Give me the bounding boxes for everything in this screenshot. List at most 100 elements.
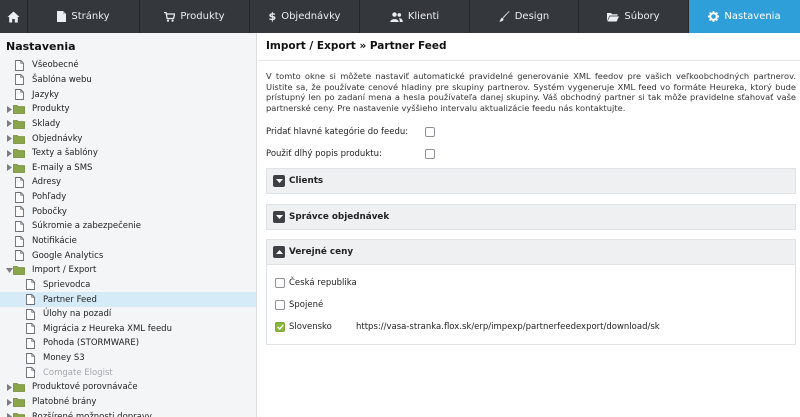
country-checkbox-cz[interactable] — [275, 278, 285, 288]
sidebar-item-partner-feed[interactable]: Partner Feed — [0, 292, 256, 307]
sidebar-item-label: Rozšírené možnosti dopravy — [32, 411, 152, 417]
sidebar-item-label: Objednávky — [32, 133, 83, 144]
sidebar-item-label: Pohľady — [32, 192, 67, 203]
top-navigation: Stránky Produkty $ Objednávky Klienti De… — [0, 0, 800, 33]
sidebar-item-money-s3[interactable]: Money S3 — [0, 351, 256, 366]
page-icon — [24, 279, 36, 291]
expand-right-icon[interactable] — [5, 383, 13, 391]
nav-tab-pages[interactable]: Stránky — [28, 0, 140, 33]
sidebar-item-objednavky[interactable]: Objednávky — [0, 131, 256, 146]
main-categories-checkbox[interactable] — [425, 127, 435, 137]
intro-text: V tomto okne si môžete nastaviť automati… — [266, 71, 796, 114]
title-divider — [258, 60, 800, 61]
folder-icon — [13, 162, 25, 174]
folder-icon — [13, 133, 25, 145]
page-icon — [57, 11, 67, 22]
country-label: Česká republika — [289, 278, 357, 288]
sidebar-item-e-maily-a-sms[interactable]: E-maily a SMS — [0, 160, 256, 175]
caret-down-icon — [273, 175, 285, 187]
expand-right-icon[interactable] — [5, 120, 13, 128]
sidebar-item-pohoda-stormware[interactable]: Pohoda (STORMWARE) — [0, 336, 256, 351]
sidebar-item-vseobecne[interactable]: Všeobecné — [0, 58, 256, 73]
page-title: Import / Export » Partner Feed — [266, 40, 447, 52]
expand-right-icon[interactable] — [5, 413, 13, 417]
panel-public-prices: Verejné ceny Česká republika Spojené Slo… — [266, 239, 796, 345]
panel-clients-header[interactable]: Clients — [267, 169, 795, 193]
panel-title: Verejné ceny — [289, 247, 354, 257]
sidebar-item-label: Šablóna webu — [32, 74, 92, 85]
expand-down-icon[interactable] — [5, 266, 13, 274]
panel-title: Clients — [289, 176, 324, 186]
sidebar-item-comgate-elogist[interactable]: Comgate Elogist — [0, 365, 256, 380]
panel-order-manager: Správce objednávek — [266, 204, 796, 230]
panel-order-manager-header[interactable]: Správce objednávek — [267, 205, 795, 229]
sidebar-item-label: Sklady — [32, 118, 61, 129]
nav-tab-label: Objednávky — [281, 11, 341, 22]
sidebar-item-sukromie-a-zabezpecenie[interactable]: Súkromie a zabezpečenie — [0, 219, 256, 234]
nav-tab-label: Klienti — [407, 11, 440, 22]
expand-right-icon[interactable] — [5, 135, 13, 143]
folder-icon — [13, 396, 25, 408]
nav-tab-label: Súbory — [624, 11, 660, 22]
panel-public-prices-header[interactable]: Verejné ceny — [267, 240, 795, 264]
sidebar-item-notifikacie[interactable]: Notifikácie — [0, 234, 256, 249]
sidebar-item-label: Produktové porovnávače — [32, 382, 138, 393]
settings-tree: Všeobecné Šablóna webu Jazyky Produkty Sklad… — [0, 58, 256, 417]
folder-icon — [13, 381, 25, 393]
nav-tab-products[interactable]: Produkty — [140, 0, 250, 33]
sidebar-item-platobne-brany[interactable]: Platobné brány — [0, 395, 256, 410]
sidebar-item-label: Platobné brány — [32, 397, 97, 408]
sidebar-item-jazyky[interactable]: Jazyky — [0, 87, 256, 102]
nav-tab-design[interactable]: Design — [470, 0, 579, 33]
nav-tab-settings[interactable]: Nastavenia — [689, 0, 800, 33]
sidebar-item-texty-a-sablony[interactable]: Texty a šablóny — [0, 146, 256, 161]
country-label: Slovensko — [289, 322, 332, 332]
sidebar-title: Nastavenia — [6, 40, 76, 53]
option-long-description-label: Použiť dlhý popis produktu: — [266, 149, 382, 159]
sidebar-item-pobocky[interactable]: Pobočky — [0, 204, 256, 219]
page-icon — [24, 367, 36, 379]
country-label: Spojené — [289, 300, 324, 310]
main-content: Import / Export » Partner Feed V tomto o… — [258, 33, 800, 417]
country-checkbox-united[interactable] — [275, 300, 285, 310]
sidebar-item-migracia-z-heureka-xml-feedu[interactable]: Migrácia z Heureka XML feedu — [0, 322, 256, 337]
sidebar-item-import-export[interactable]: Import / Export — [0, 263, 256, 278]
sidebar-item-ulohy-na-pozadi[interactable]: Úlohy na pozadí — [0, 307, 256, 322]
sidebar-item-sprievodca[interactable]: Sprievodca — [0, 278, 256, 293]
expand-right-icon[interactable] — [5, 398, 13, 406]
nav-tab-clients[interactable]: Klienti — [360, 0, 470, 33]
page-icon — [13, 206, 25, 218]
sidebar-item-produkty[interactable]: Produkty — [0, 102, 256, 117]
folder-open-icon — [607, 12, 620, 21]
page-icon — [24, 352, 36, 364]
home-button[interactable] — [0, 0, 28, 33]
users-icon — [390, 11, 403, 22]
sidebar-item-pohlady[interactable]: Pohľady — [0, 190, 256, 205]
expand-right-icon[interactable] — [5, 164, 13, 172]
panel-title: Správce objednávek — [289, 212, 390, 222]
page-icon — [24, 323, 36, 335]
feed-download-url[interactable]: https://vasa-stranka.flox.sk/erp/impexp/… — [356, 322, 660, 332]
page-icon — [13, 176, 25, 188]
settings-sidebar: Nastavenia Všeobecné Šablóna webu Jazyky Pr… — [0, 33, 257, 417]
long-description-checkbox[interactable] — [425, 149, 435, 159]
panel-public-prices-body: Česká republika Spojené Slovensko https:… — [267, 264, 795, 344]
sidebar-item-label: Súkromie a zabezpečenie — [32, 221, 141, 232]
expand-right-icon[interactable] — [5, 105, 13, 113]
sidebar-item-label: Jazyky — [32, 89, 59, 100]
sidebar-item-adresy[interactable]: Adresy — [0, 175, 256, 190]
sidebar-item-google-analytics[interactable]: Google Analytics — [0, 248, 256, 263]
sidebar-item-label: Texty a šablóny — [32, 148, 98, 159]
country-checkbox-sk[interactable] — [275, 322, 285, 332]
nav-tab-files[interactable]: Súbory — [579, 0, 689, 33]
sidebar-item-sklady[interactable]: Sklady — [0, 117, 256, 132]
nav-tab-label: Nastavenia — [724, 11, 781, 22]
sidebar-item-sablona-webu[interactable]: Šablóna webu — [0, 73, 256, 88]
sidebar-item-rozsirene-moznosti-dopravy[interactable]: Rozšírené možnosti dopravy — [0, 409, 256, 417]
sidebar-item-produktove-porovnavace[interactable]: Produktové porovnávače — [0, 380, 256, 395]
expand-right-icon[interactable] — [5, 149, 13, 157]
nav-tab-label: Design — [514, 11, 550, 22]
country-row-sk: Slovensko — [275, 322, 332, 332]
nav-tab-orders[interactable]: $ Objednávky — [250, 0, 360, 33]
sidebar-item-label: Úlohy na pozadí — [43, 309, 112, 320]
